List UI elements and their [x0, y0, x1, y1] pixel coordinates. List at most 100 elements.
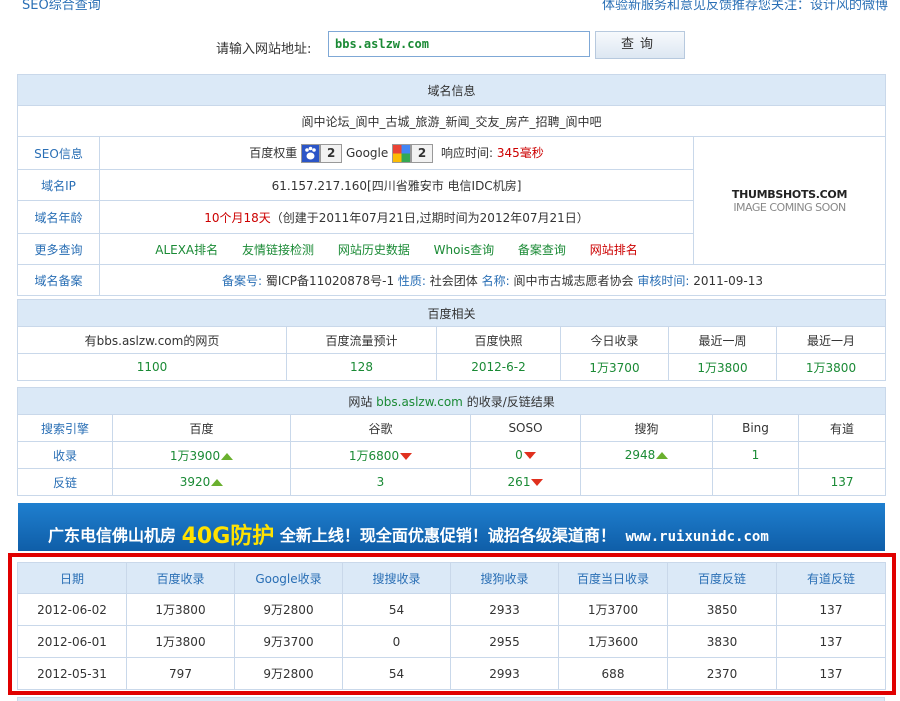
baidu-week-value[interactable]: 1万3800	[668, 353, 777, 381]
indexed-google[interactable]: 1万6800	[290, 441, 471, 469]
response-time-value: 345毫秒	[496, 145, 544, 160]
ad-banner-text: 广东电信佛山机房 40G防护 全新上线！现全面优惠促销！诚招各级渠道商！ www…	[48, 516, 769, 549]
row-indexed-label: 收录	[17, 441, 113, 469]
icp-audit-value: 2011-09-13	[693, 273, 763, 288]
col-search-engine: 搜索引擎	[17, 414, 113, 442]
baidu-weight-value: 2	[320, 143, 343, 163]
url-input-label: 请输入网站地址:	[216, 42, 312, 57]
highlight-box	[8, 553, 896, 695]
icp-audit-label: 审核时间:	[637, 273, 690, 288]
col-soso: SOSO	[470, 414, 581, 442]
arrow-down-icon	[531, 479, 544, 486]
icp-label: 域名备案	[17, 264, 100, 296]
backlink-bing[interactable]	[712, 468, 799, 496]
baidu-paw-icon	[301, 143, 321, 163]
google-pr-value: 2	[411, 143, 434, 163]
seo-info-cell: 百度权重 2 Google 2 响应时间: 345毫秒	[99, 136, 694, 170]
url-input[interactable]: bbs.aslzw.com	[328, 31, 590, 57]
arrow-down-icon	[400, 452, 413, 460]
baidu-col-today: 今日收录	[560, 326, 669, 354]
domain-ip-label: 域名IP	[17, 169, 100, 201]
indexed-bing[interactable]: 1	[712, 441, 799, 469]
indexed-soso[interactable]: 0	[470, 441, 581, 469]
ad-banner[interactable]: 广东电信佛山机房 40G防护 全新上线！现全面优惠促销！诚招各级渠道商！ www…	[18, 503, 885, 551]
baidu-col-traffic: 百度流量预计	[286, 326, 437, 354]
row-backlink-label: 反链	[17, 468, 113, 496]
more-query-label: 更多查询	[17, 233, 100, 265]
baidu-snapshot-value[interactable]: 2012-6-2	[436, 353, 561, 381]
domain-age-value: 10个月18天	[204, 210, 271, 225]
baidu-pages-value[interactable]: 1100	[17, 353, 287, 381]
index-header-site: bbs.aslzw.com	[376, 394, 463, 409]
backlink-google[interactable]: 3	[290, 468, 471, 496]
baidu-related-table: 百度相关 有bbs.aslzw.com的网页 百度流量预计 百度快照 今日收录 …	[16, 299, 887, 381]
indexed-google-value: 1万6800	[348, 448, 400, 463]
google-icon	[392, 143, 412, 163]
indexed-baidu-value: 1万3900	[169, 448, 221, 463]
icp-nature-label: 性质:	[397, 273, 426, 288]
col-sogou: 搜狗	[580, 414, 713, 442]
thumbnail-placeholder: THUMBSHOTS.COM IMAGE COMING SOON	[692, 136, 887, 265]
col-baidu: 百度	[112, 414, 291, 442]
icp-nature-value: 社会团体	[429, 273, 478, 288]
backlink-soso-value: 261	[507, 475, 531, 489]
link-site-rank[interactable]: 网站排名	[590, 243, 638, 257]
baidu-month-value[interactable]: 1万3800	[775, 353, 887, 381]
icp-no-label: 备案号:	[222, 273, 263, 288]
col-bing: Bing	[712, 414, 799, 442]
baidu-weight-badge[interactable]: 2	[301, 143, 343, 163]
index-header-suffix: 的收录/反链结果	[466, 394, 555, 409]
indexed-sogou[interactable]: 2948	[580, 441, 713, 469]
indexed-baidu[interactable]: 1万3900	[112, 441, 291, 469]
baidu-col-snapshot: 百度快照	[436, 326, 561, 354]
seo-query-title-link[interactable]: SEO综合查询	[22, 0, 101, 13]
link-site-history[interactable]: 网站历史数据	[338, 243, 410, 257]
arrow-up-icon	[656, 452, 669, 459]
domain-age-label: 域名年龄	[17, 200, 100, 234]
col-google: 谷歌	[290, 414, 471, 442]
link-whois[interactable]: Whois查询	[434, 243, 494, 257]
ad-part1: 广东电信佛山机房	[48, 526, 177, 545]
google-pr-badge[interactable]: 2	[392, 143, 434, 163]
google-label: Google	[345, 145, 389, 160]
baidu-traffic-value: 128	[286, 353, 437, 381]
response-time-label: 响应时间:	[440, 145, 493, 160]
baidu-related-header: 百度相关	[16, 299, 887, 327]
domain-age-cell: 10个月18天（创建于2011年07月21日,过期时间为2012年07月21日）	[99, 200, 694, 234]
col-youdao: 有道	[797, 414, 887, 442]
backlink-soso[interactable]: 261	[470, 468, 581, 496]
baidu-today-value[interactable]: 1万3700	[560, 353, 669, 381]
baidu-col-month: 最近一月	[775, 326, 887, 354]
search-row: 请输入网站地址: bbs.aslzw.com 查询	[0, 30, 900, 60]
index-backlink-table: 网站 bbs.aslzw.com 的收录/反链结果 搜索引擎 百度 谷歌 SOS…	[16, 387, 887, 496]
site-title: 阆中论坛_阆中_古城_旅游_新闻_交友_房产_招聘_阆中吧	[16, 105, 887, 137]
link-friend-link-check[interactable]: 友情链接检测	[242, 243, 314, 257]
icp-name-label: 名称:	[481, 273, 510, 288]
weibo-promo-link[interactable]: 体验新服务和意见反馈推荐您关注：设计风的微博	[602, 0, 888, 13]
index-header-prefix: 网站	[348, 394, 373, 409]
baidu-weight-label: 百度权重	[249, 145, 298, 160]
index-backlink-header: 网站 bbs.aslzw.com 的收录/反链结果	[16, 387, 887, 415]
ad-part2: 全新上线！现全面优惠促销！诚招各级渠道商！	[279, 526, 616, 545]
link-alexa-rank[interactable]: ALEXA排名	[155, 243, 218, 257]
domain-info-table: 域名信息 阆中论坛_阆中_古城_旅游_新闻_交友_房产_招聘_阆中吧 SEO信息…	[16, 74, 887, 296]
link-icp-query[interactable]: 备案查询	[518, 243, 566, 257]
backlink-youdao[interactable]: 137	[797, 468, 887, 496]
image-coming-soon: IMAGE COMING SOON	[733, 200, 846, 214]
next-table-edge	[17, 697, 885, 701]
arrow-down-icon	[523, 452, 536, 459]
query-button[interactable]: 查询	[595, 31, 685, 59]
icp-name-value: 阆中市古城志愿者协会	[513, 273, 634, 288]
baidu-col-week: 最近一周	[668, 326, 777, 354]
thumbshots-logo: THUMBSHOTS.COM	[731, 187, 848, 201]
backlink-baidu-value: 3920	[179, 475, 211, 489]
indexed-youdao[interactable]	[797, 441, 887, 469]
top-bar: SEO综合查询 体验新服务和意见反馈推荐您关注：设计风的微博	[0, 0, 900, 14]
seo-info-label: SEO信息	[17, 136, 100, 170]
baidu-col-pages: 有bbs.aslzw.com的网页	[17, 326, 287, 354]
backlink-baidu[interactable]: 3920	[112, 468, 291, 496]
icp-info: 备案号: 蜀ICP备11020878号-1 性质: 社会团体 名称: 阆中市古城…	[98, 264, 887, 296]
arrow-up-icon	[221, 452, 234, 460]
ad-url: www.ruixunidc.com	[625, 529, 769, 545]
backlink-sogou[interactable]	[580, 468, 713, 496]
